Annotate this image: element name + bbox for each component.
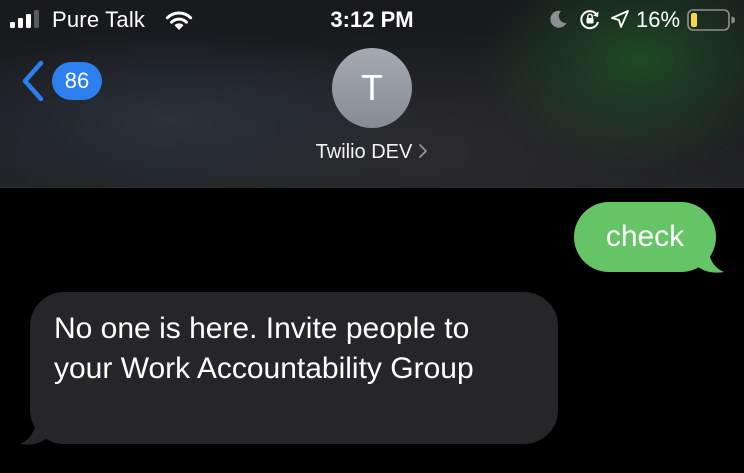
received-message-bubble[interactable]: No one is here. Invite people to your Wo… (30, 292, 558, 444)
location-arrow-icon (611, 10, 629, 28)
contact-avatar[interactable]: T (332, 48, 412, 128)
contact-name: Twilio DEV (315, 141, 413, 163)
battery-percent: 16% (636, 7, 681, 32)
rotation-lock-icon (580, 10, 599, 30)
clock-time: 3:12 PM (330, 7, 414, 32)
back-button[interactable]: 86 (18, 56, 108, 106)
received-bubble-tail (20, 418, 50, 445)
conversation-header: Pure Talk 3:12 PM 16% 86 T Twilio DEV (0, 0, 744, 188)
chevron-left-icon (22, 60, 44, 102)
battery-icon (687, 9, 735, 31)
contact-name-button[interactable]: Twilio DEV (0, 141, 744, 165)
moon-icon (550, 10, 567, 28)
chevron-right-icon (418, 142, 428, 165)
messages-screen: Pure Talk 3:12 PM 16% 86 T Twilio DEV ch… (0, 0, 744, 473)
sent-bubble-tail (694, 246, 724, 273)
status-bar: Pure Talk 3:12 PM 16% (0, 0, 744, 40)
unread-count-badge: 86 (52, 62, 102, 100)
